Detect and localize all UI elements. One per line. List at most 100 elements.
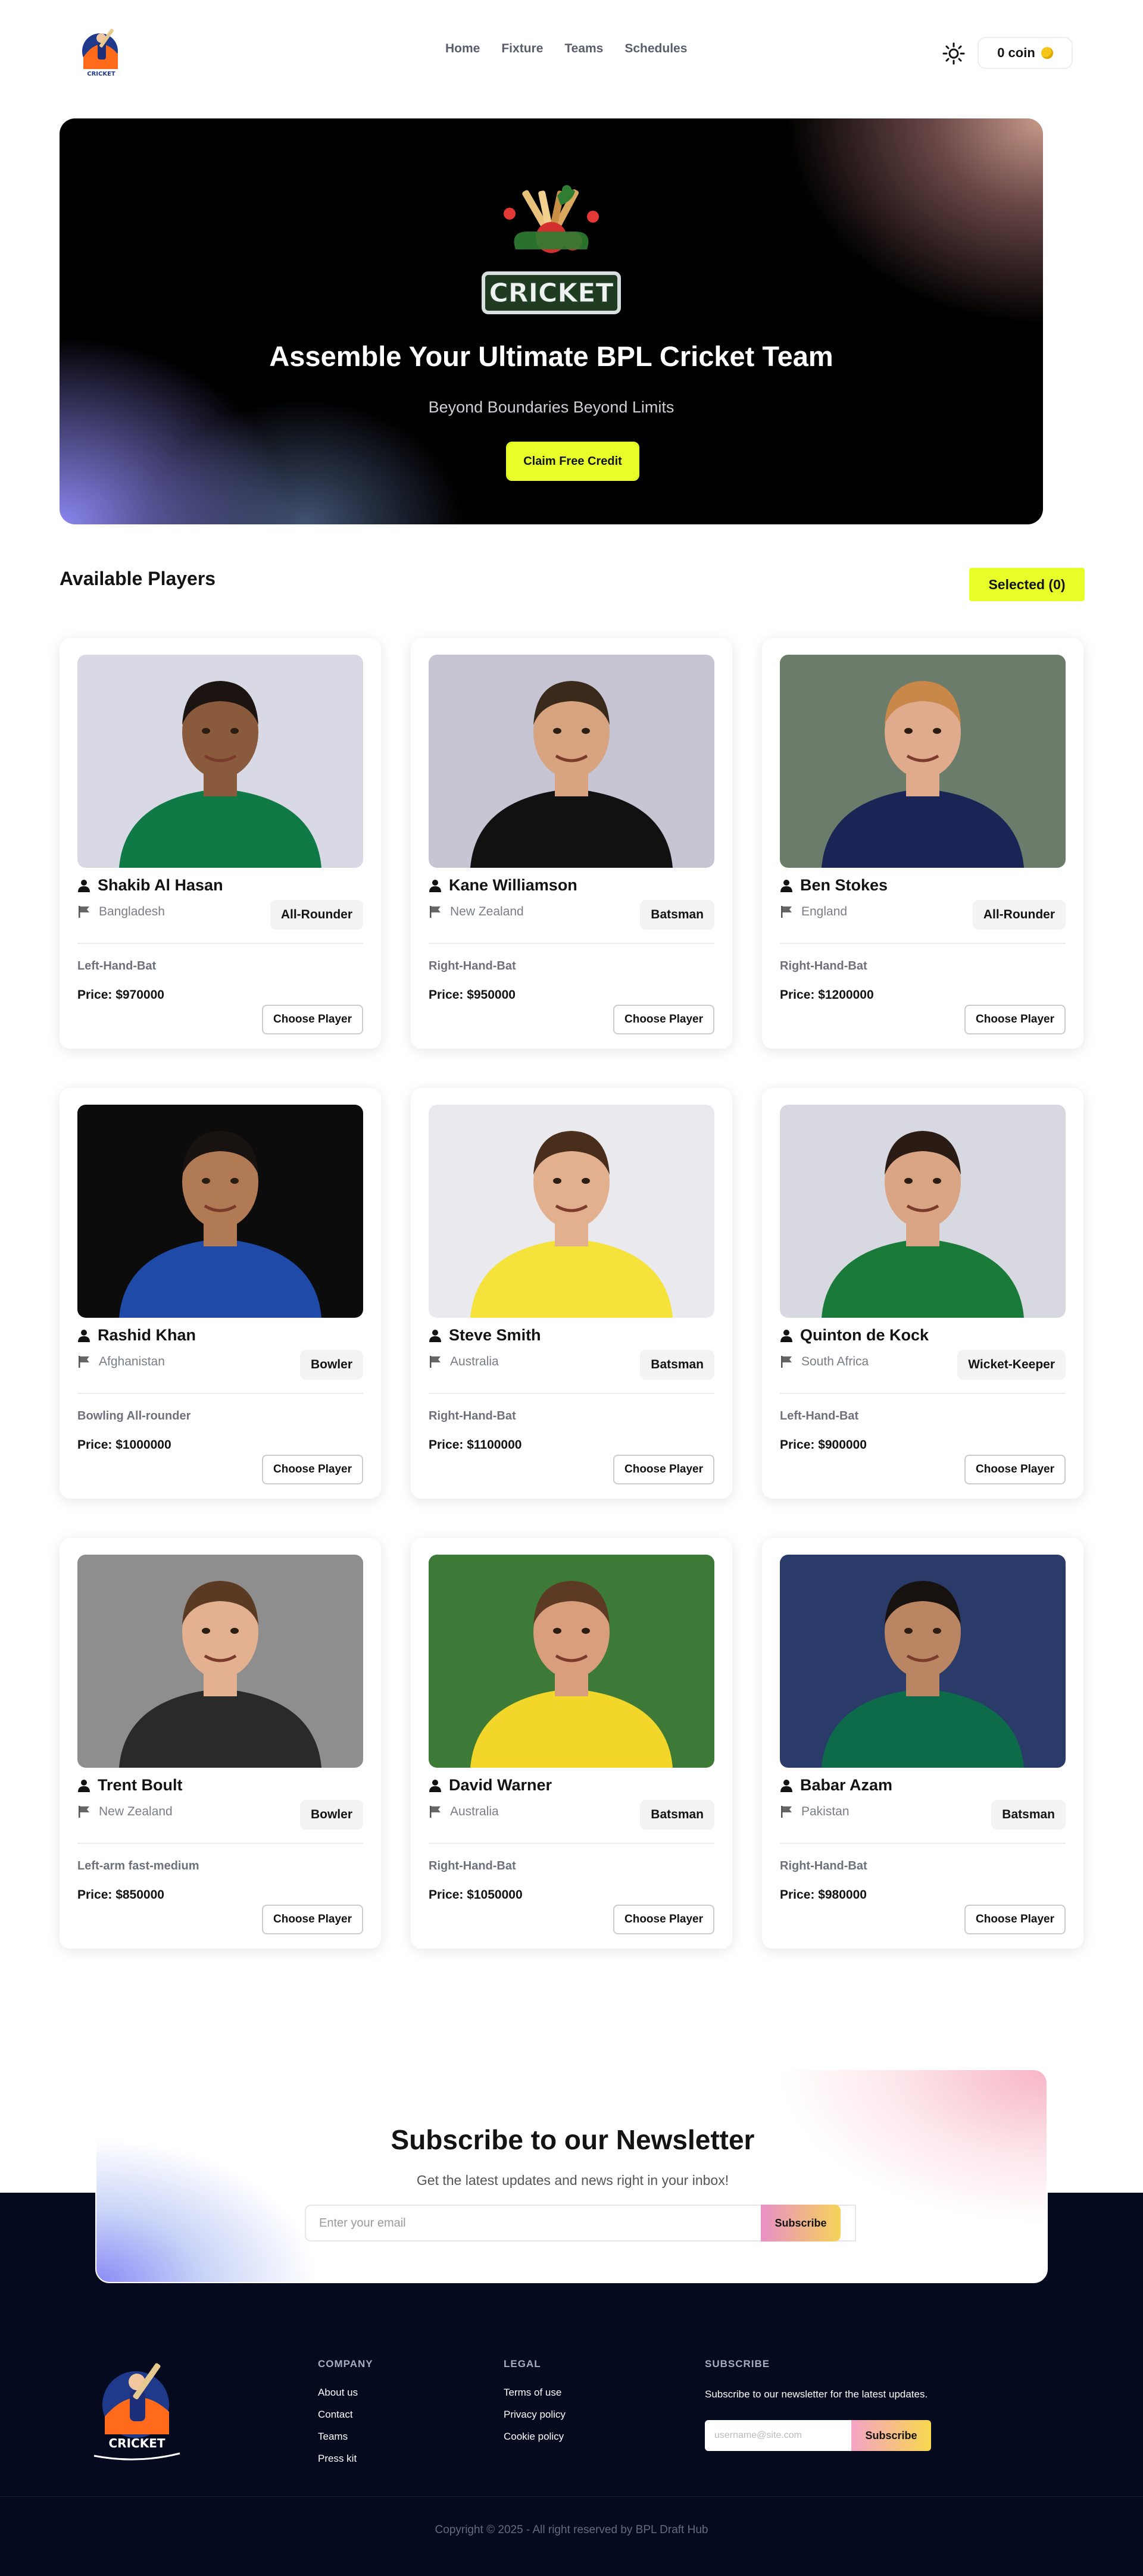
coin-balance[interactable]: 0 coin (978, 37, 1073, 69)
player-country: Pakistan (801, 1805, 850, 1818)
footer-link-presskit[interactable]: Press kit (318, 2453, 373, 2465)
player-price: Price: $850000 (77, 1888, 164, 1902)
player-name-row: Kane Williamson (429, 876, 577, 895)
footer-company-heading: COMPANY (318, 2358, 373, 2369)
player-country: New Zealand (99, 1805, 173, 1818)
player-card: Babar Azam Pakistan Batsman Right-Hand-Bat P… (762, 1538, 1083, 1949)
player-country-row: Afghanistan (77, 1355, 165, 1369)
player-photo (780, 1555, 1066, 1768)
player-name-row: Rashid Khan (77, 1326, 196, 1345)
newsletter-card: Subscribe to our Newsletter Get the late… (95, 2069, 1048, 2283)
player-country: New Zealand (450, 905, 524, 918)
section-title: Available Players (60, 568, 216, 589)
player-name: Ben Stokes (800, 876, 888, 894)
cricket-logo-icon[interactable]: CRICKET (70, 21, 132, 85)
copyright-text: Copyright © 2025 - All right reserved by… (435, 2524, 708, 2536)
player-photo (780, 655, 1066, 868)
card-divider (780, 1393, 1066, 1394)
player-name: Kane Williamson (449, 876, 577, 894)
footer-link-privacy[interactable]: Privacy policy (504, 2409, 566, 2421)
player-role-badge: All-Rounder (270, 900, 363, 930)
footer-subscribe-button[interactable]: Subscribe (851, 2420, 931, 2451)
footer-link-teams[interactable]: Teams (318, 2431, 373, 2443)
footer-subscribe-heading: SUBSCRIBE (705, 2358, 770, 2369)
player-price: Price: $980000 (780, 1888, 867, 1902)
player-portrait-icon (77, 1555, 363, 1768)
player-name: Quinton de Kock (800, 1326, 929, 1344)
claim-credit-button[interactable]: Claim Free Credit (506, 442, 639, 481)
choose-player-button[interactable]: Choose Player (613, 1905, 714, 1934)
player-name-row: Quinton de Kock (780, 1326, 929, 1345)
player-price: Price: $1100000 (429, 1438, 522, 1452)
svg-text:CRICKET: CRICKET (489, 278, 614, 308)
footer-email-input[interactable]: username@site.com (705, 2420, 854, 2451)
player-country: Australia (450, 1805, 499, 1818)
player-name: Rashid Khan (98, 1326, 196, 1344)
player-country: Afghanistan (99, 1355, 165, 1368)
player-country: Bangladesh (99, 905, 165, 918)
player-batting-style: Left-Hand-Bat (77, 959, 157, 973)
nav-link-schedules[interactable]: Schedules (624, 42, 687, 56)
flag-icon (430, 906, 441, 918)
selected-button[interactable]: Selected (0) (969, 568, 1085, 601)
player-card: Trent Boult New Zealand Bowler Left-arm fas… (60, 1538, 381, 1949)
choose-player-button[interactable]: Choose Player (262, 1455, 363, 1484)
player-card: Steve Smith Australia Batsman Right-Hand-Ba… (411, 1088, 732, 1499)
player-role-badge: Bowler (299, 1800, 363, 1830)
player-country-row: Australia (429, 1355, 499, 1369)
hero-subtitle: Beyond Boundaries Beyond Limits (428, 398, 674, 416)
player-country-row: Bangladesh (77, 905, 165, 919)
player-price: Price: $1200000 (780, 988, 874, 1002)
player-role-badge: Wicket-Keeper (957, 1350, 1066, 1380)
player-batting-style: Left-Hand-Bat (780, 1409, 859, 1423)
choose-player-button[interactable]: Choose Player (964, 1455, 1066, 1484)
sun-icon[interactable] (942, 42, 966, 65)
player-photo (77, 1555, 363, 1768)
player-batting-style: Right-Hand-Bat (429, 1859, 516, 1872)
footer-link-about[interactable]: About us (318, 2387, 373, 2399)
player-photo (77, 1105, 363, 1318)
flag-icon (781, 1806, 792, 1818)
player-portrait-icon (780, 1555, 1066, 1768)
player-photo (429, 1555, 714, 1768)
player-card: Quinton de Kock South Africa Wicket-Keeper… (762, 1088, 1083, 1499)
card-divider (780, 1843, 1066, 1844)
footer-link-terms[interactable]: Terms of use (504, 2387, 566, 2399)
player-country-row: New Zealand (77, 1805, 173, 1819)
choose-player-button[interactable]: Choose Player (964, 1905, 1066, 1934)
player-country: Australia (450, 1355, 499, 1368)
choose-player-button[interactable]: Choose Player (613, 1005, 714, 1034)
player-name-row: Trent Boult (77, 1776, 183, 1795)
choose-player-button[interactable]: Choose Player (262, 1905, 363, 1934)
footer-link-cookie[interactable]: Cookie policy (504, 2431, 566, 2443)
player-price: Price: $1050000 (429, 1888, 523, 1902)
user-icon (78, 879, 90, 892)
newsletter-subscribe-button[interactable]: Subscribe (761, 2205, 841, 2242)
player-name: Babar Azam (800, 1776, 893, 1794)
footer-link-contact[interactable]: Contact (318, 2409, 373, 2421)
hero-banner: CRICKET Assemble Your Ultimate BPL Crick… (60, 118, 1043, 524)
player-role-badge: Bowler (299, 1350, 363, 1380)
choose-player-button[interactable]: Choose Player (964, 1005, 1066, 1034)
nav-link-fixture[interactable]: Fixture (501, 42, 543, 56)
nav-link-teams[interactable]: Teams (564, 42, 603, 56)
player-portrait-icon (77, 1105, 363, 1318)
player-portrait-icon (780, 1105, 1066, 1318)
choose-player-button[interactable]: Choose Player (262, 1005, 363, 1034)
player-card: Ben Stokes England All-Rounder Right-Hand-B… (762, 638, 1083, 1049)
player-role-badge: Batsman (640, 900, 714, 930)
player-country: South Africa (801, 1355, 869, 1368)
player-batting-style: Right-Hand-Bat (429, 959, 516, 973)
cricket-banner-icon: CRICKET (482, 185, 621, 314)
flag-icon (79, 1806, 89, 1818)
footer-company-column: COMPANY About us Contact Teams Press kit (318, 2358, 373, 2475)
player-batting-style: Right-Hand-Bat (429, 1409, 516, 1423)
player-name-row: Ben Stokes (780, 876, 888, 895)
flag-icon (430, 1806, 441, 1818)
coin-icon (1041, 47, 1053, 59)
choose-player-button[interactable]: Choose Player (613, 1455, 714, 1484)
player-role-badge: Batsman (991, 1800, 1066, 1830)
user-icon (780, 1329, 792, 1342)
user-icon (429, 1779, 441, 1792)
nav-link-home[interactable]: Home (445, 42, 480, 56)
